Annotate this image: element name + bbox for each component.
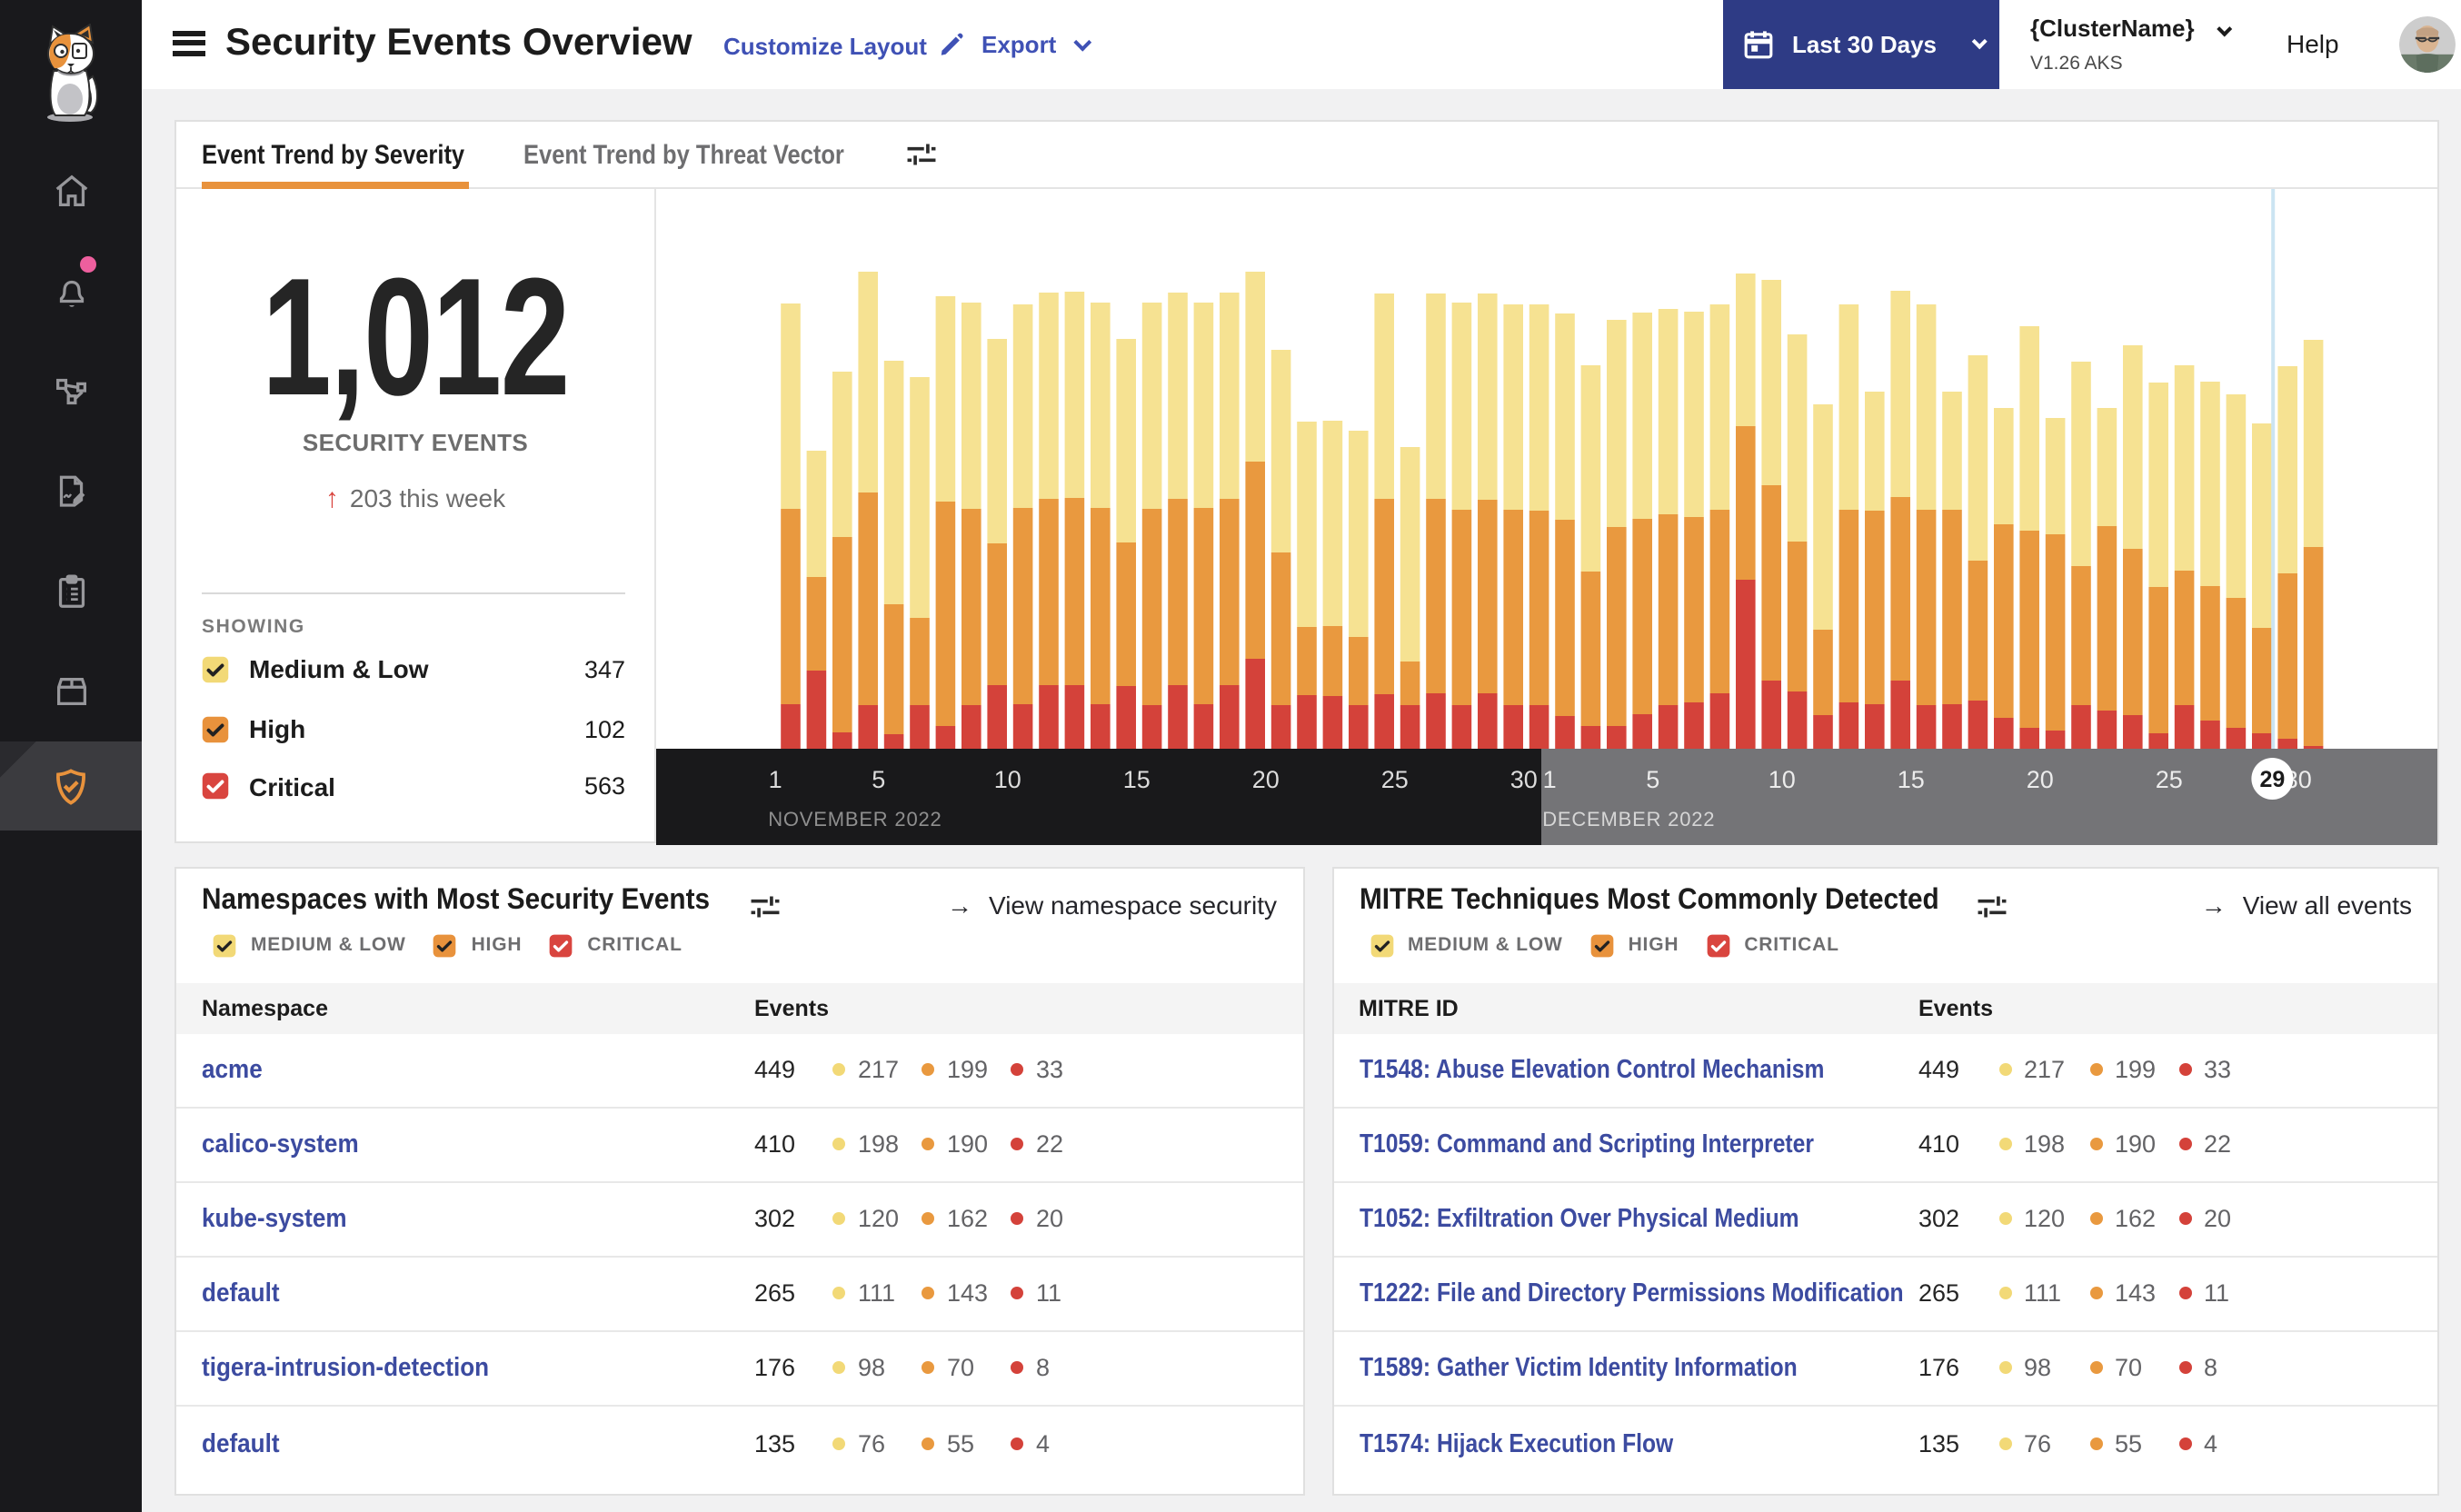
svg-text:1: 1 [1543,765,1557,792]
svg-text:25: 25 [2156,765,2183,792]
svg-text:NOVEMBER 2022: NOVEMBER 2022 [768,807,942,830]
svg-text:29: 29 [2259,766,2285,791]
svg-text:20: 20 [2027,765,2054,792]
svg-text:20: 20 [1252,765,1280,792]
svg-text:10: 10 [994,765,1021,792]
svg-text:1: 1 [769,765,782,792]
svg-text:30: 30 [1510,765,1538,792]
svg-text:10: 10 [1769,765,1796,792]
svg-text:25: 25 [1381,765,1409,792]
svg-text:5: 5 [1646,765,1659,792]
svg-text:15: 15 [1898,765,1925,792]
svg-text:15: 15 [1123,765,1151,792]
svg-text:DECEMBER 2022: DECEMBER 2022 [1542,807,1715,830]
svg-text:5: 5 [872,765,885,792]
